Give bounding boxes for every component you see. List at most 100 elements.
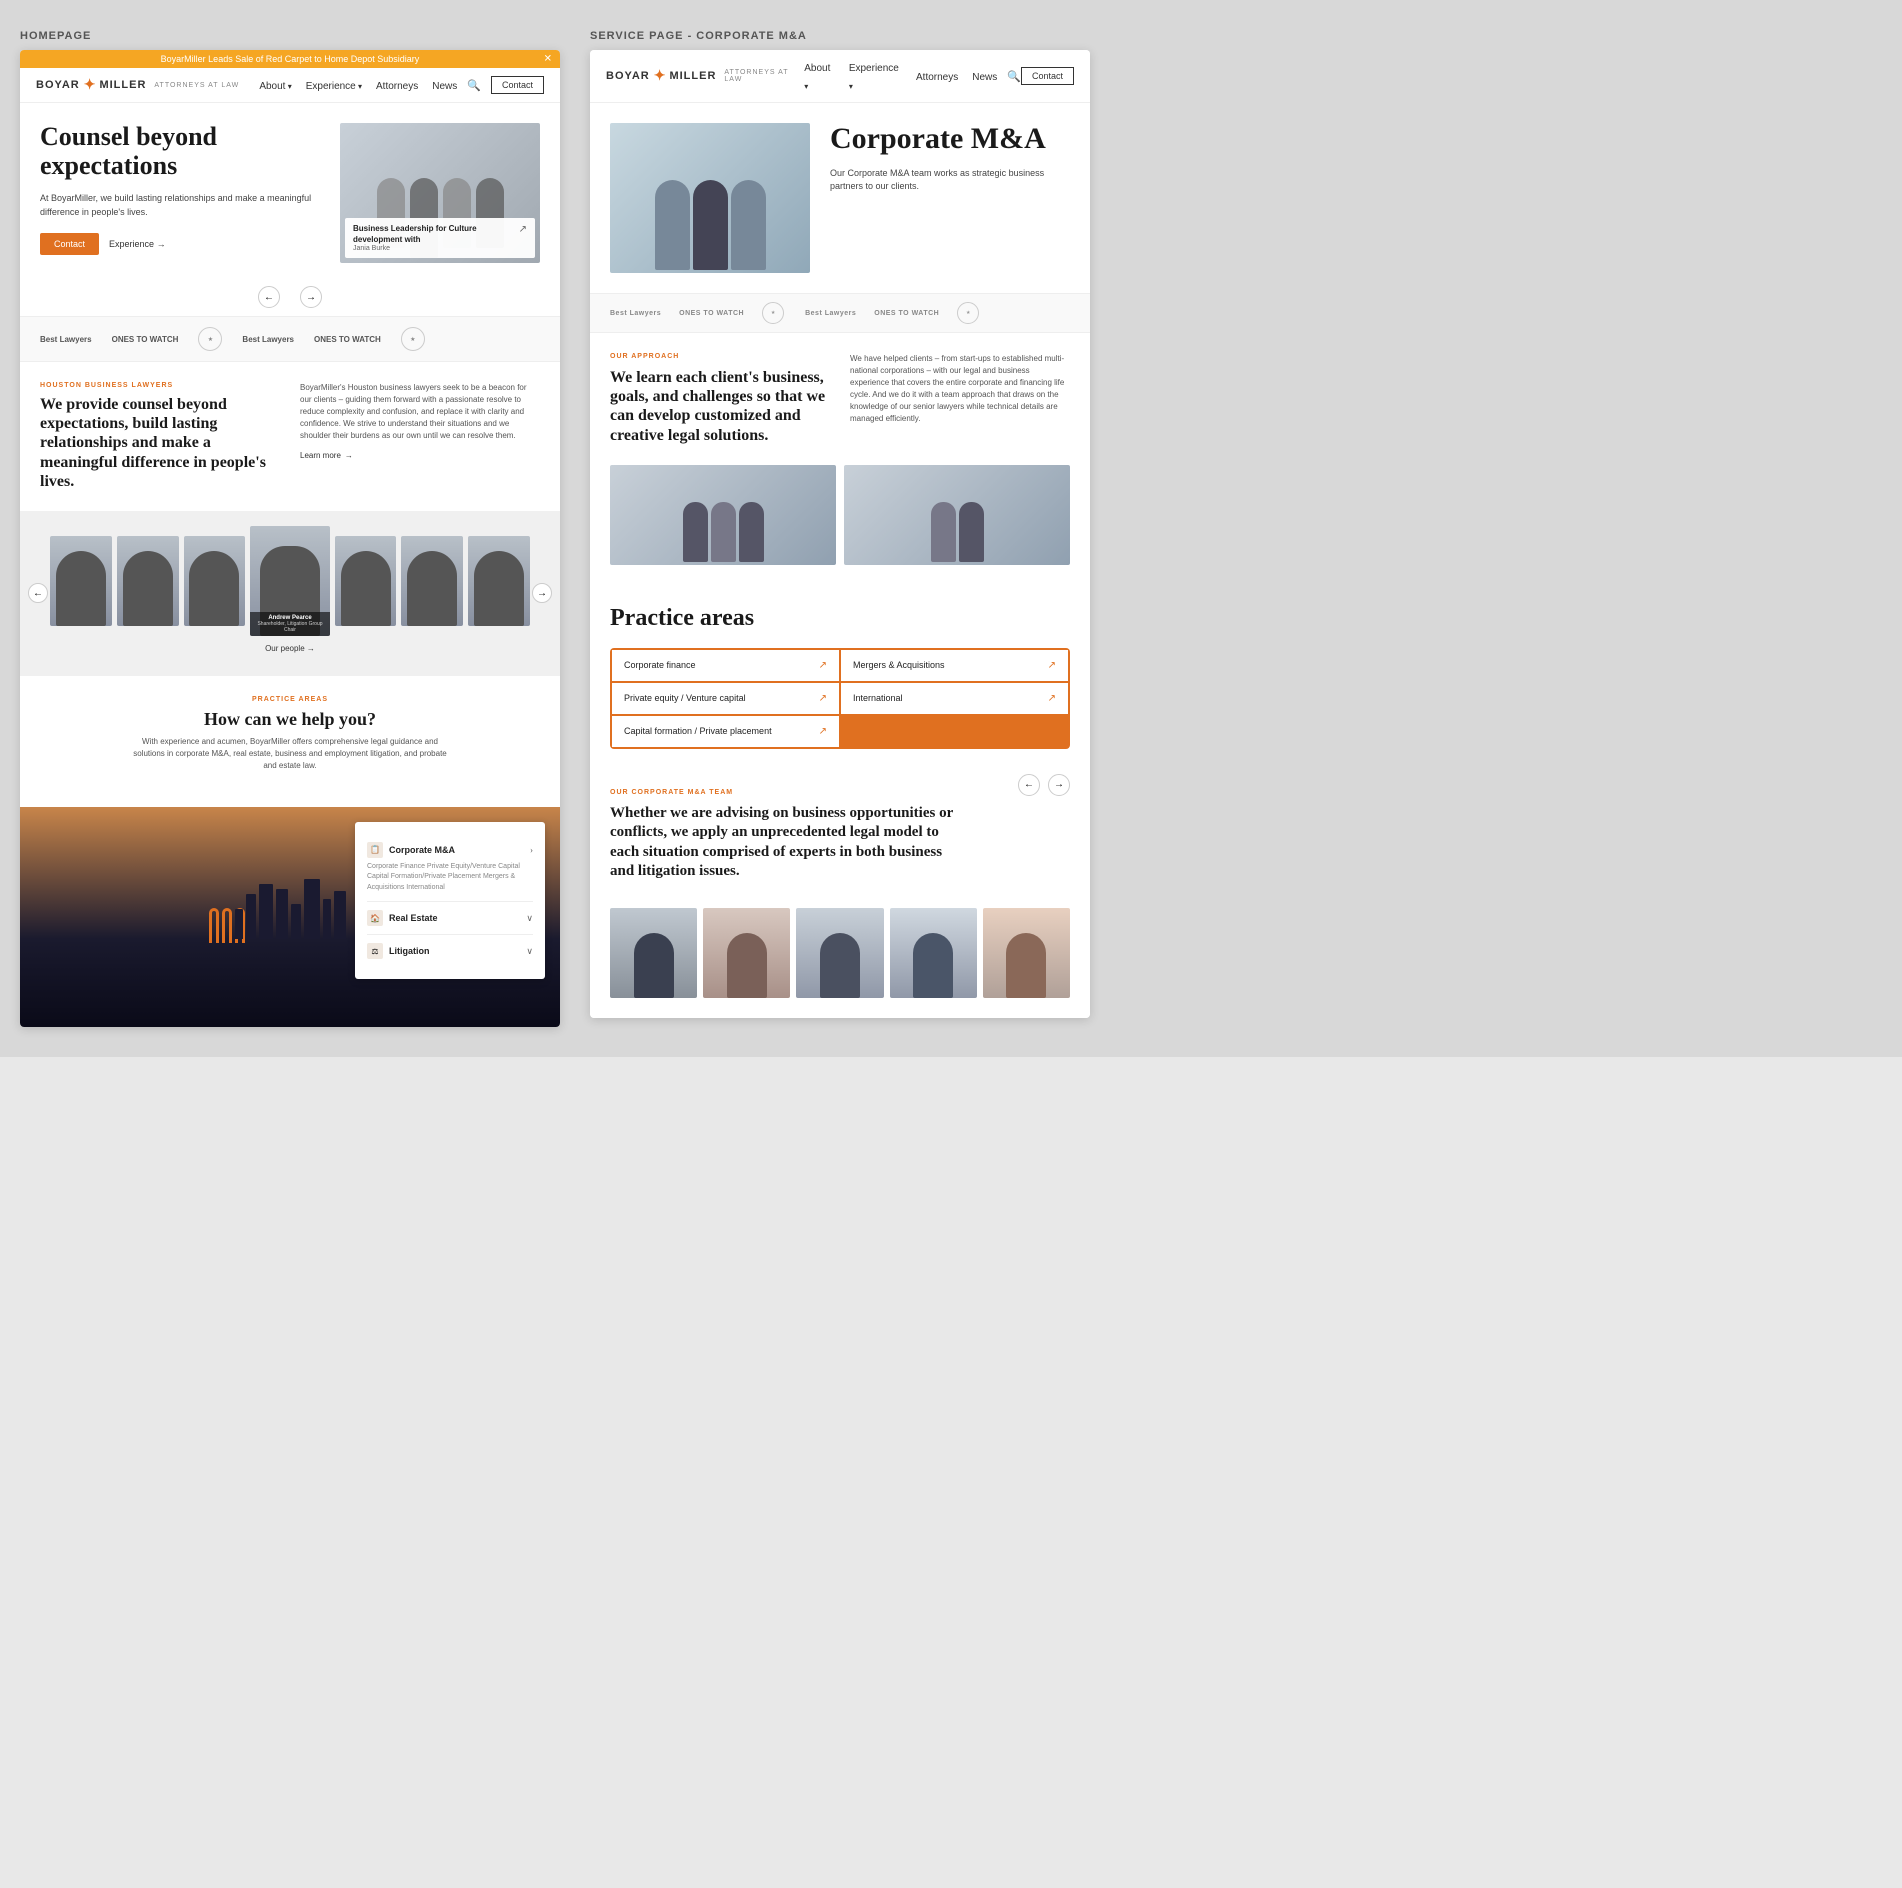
practice-subtitle: With experience and acumen, BoyarMiller … [130, 736, 450, 772]
notification-bar: BoyarMiller Leads Sale of Red Carpet to … [20, 50, 560, 68]
approach-body: We have helped clients – from start-ups … [850, 353, 1070, 425]
practice-grid-arrow-0: ↗ [819, 660, 827, 671]
svc-fig-1 [655, 180, 690, 270]
service-hero-image [610, 123, 810, 273]
carousel-prev-button[interactable]: ← [28, 583, 48, 603]
practice-grid-label-0: Corporate finance [624, 660, 696, 670]
svc-contact-button[interactable]: Contact [1021, 67, 1074, 85]
practice-item-toggle-3: ∨ [526, 946, 533, 957]
service-hero: Corporate M&A Our Corporate M&A team wor… [590, 103, 1090, 293]
person-thumb-7 [468, 536, 530, 626]
practice-item-header-1: 📋 Corporate M&A › [367, 842, 533, 858]
houston-body: BoyarMiller's Houston business lawyers s… [300, 382, 540, 442]
svc-nav-experience[interactable]: Experience [849, 63, 899, 92]
person-figure-6 [407, 551, 457, 626]
attorney-fig-1 [634, 933, 674, 998]
service-hero-title: Corporate M&A [830, 123, 1070, 155]
photo-figs-2 [844, 502, 1070, 565]
awards-bar: Best Lawyers ONES TO WATCH ★ Best Lawyer… [20, 316, 560, 362]
practice-grid-label-4: Capital formation / Private placement [624, 726, 772, 736]
team-prev-button[interactable]: ← [1018, 774, 1040, 796]
person-thumb-1 [50, 536, 112, 626]
practice-grid-item-4[interactable]: Capital formation / Private placement ↗ [612, 716, 839, 747]
hero-contact-button[interactable]: Contact [40, 233, 99, 255]
practice-item-name-2: Real Estate [389, 913, 526, 923]
carousel-next-button[interactable]: → [532, 583, 552, 603]
practice-grid-item-2[interactable]: Private equity / Venture capital ↗ [612, 683, 839, 714]
approach-right: We have helped clients – from start-ups … [850, 353, 1070, 445]
practice-item-realestate[interactable]: 🏠 Real Estate ∨ [367, 902, 533, 935]
corporate-icon: 📋 [367, 842, 383, 858]
hero-content: Counsel beyond expectations At BoyarMill… [40, 123, 325, 263]
learn-more-link[interactable]: Learn more → [300, 450, 353, 462]
hero-image-area: ↗ Business Leadership for Culture develo… [340, 123, 540, 263]
prev-arrow-button[interactable]: ← [258, 286, 280, 308]
homepage-navbar: BOYAR ✦ MILLER ATTORNEYS AT LAW About Ex… [20, 68, 560, 103]
practice-grid-arrow-3: ↗ [1048, 693, 1056, 704]
practice-item-corporate[interactable]: 📋 Corporate M&A › Corporate Finance Priv… [367, 834, 533, 903]
practice-item-name-3: Litigation [389, 946, 526, 956]
svc-nav-attorneys[interactable]: Attorneys [916, 72, 958, 83]
homepage-label: HOMEPAGE [20, 30, 560, 42]
logo-sub: ATTORNEYS AT LAW [154, 82, 239, 89]
svc-practice-section: Practice areas Corporate finance ↗ Merge… [590, 585, 1090, 769]
contact-button[interactable]: Contact [491, 76, 544, 94]
svc-nav-news[interactable]: News [972, 72, 997, 83]
practice-grid-item-1[interactable]: Mergers & Acquisitions ↗ [841, 650, 1068, 681]
team-tag: Our Corporate M&A team [610, 789, 1070, 796]
service-logo-sub: ATTORNEYS AT LAW [724, 69, 804, 83]
practice-section: Practice areas How can we help you? With… [20, 676, 560, 807]
service-awards-bar: Best Lawyers ONES TO WATCH ★ Best Lawyer… [590, 293, 1090, 333]
practice-item-litigation[interactable]: ⚖ Litigation ∨ [367, 935, 533, 967]
svc-award-ones-to-watch-1: ONES TO WATCH [679, 310, 744, 317]
practice-overlay: 📋 Corporate M&A › Corporate Finance Priv… [355, 822, 545, 980]
award-ones-to-watch-1: ONES TO WATCH [112, 335, 179, 344]
notif-text: BoyarMiller Leads Sale of Red Carpet to … [161, 54, 420, 64]
award-badge-1: ★ [198, 327, 222, 351]
people-carousel: Andrew Pearce Shareholder, Litigation Gr… [20, 526, 560, 636]
practice-grid-item-0[interactable]: Corporate finance ↗ [612, 650, 839, 681]
next-arrow-button[interactable]: → [300, 286, 322, 308]
person-featured: Andrew Pearce Shareholder, Litigation Gr… [250, 526, 329, 636]
our-people-anchor[interactable]: Our people → [265, 644, 315, 653]
svc-search-icon[interactable]: 🔍 [1007, 70, 1021, 83]
practice-tag: Practice areas [40, 696, 540, 703]
people-section: ← Andrew Pearce Share [20, 511, 560, 676]
approach-left: Our approach We learn each client's busi… [610, 353, 830, 445]
search-icon[interactable]: 🔍 [467, 79, 481, 92]
practice-grid-label-1: Mergers & Acquisitions [853, 660, 945, 670]
team-title: Whether we are advising on business oppo… [610, 804, 960, 882]
person-thumb-6 [401, 536, 463, 626]
team-next-button[interactable]: → [1048, 774, 1070, 796]
person-thumb-3 [184, 536, 246, 626]
photo-item-1 [610, 465, 836, 565]
nav-news[interactable]: News [432, 81, 457, 92]
close-icon[interactable]: ✕ [544, 54, 552, 65]
person-label: Andrew Pearce Shareholder, Litigation Gr… [250, 612, 329, 636]
award-best-lawyers-2: Best Lawyers [242, 335, 294, 344]
photo-fig-1b [711, 502, 736, 562]
attorney-fig-2 [727, 933, 767, 998]
nav-experience[interactable]: Experience [306, 81, 362, 92]
hero-caption: ↗ Business Leadership for Culture develo… [345, 218, 535, 258]
service-frame: BOYAR ✦ MILLER ATTORNEYS AT LAW About Ex… [590, 50, 1090, 1018]
building-2 [246, 894, 256, 939]
service-logo-divider: ✦ [654, 68, 666, 85]
homepage-frame: BoyarMiller Leads Sale of Red Carpet to … [20, 50, 560, 1027]
award-ones-to-watch-2: ONES TO WATCH [314, 335, 381, 344]
hero-experience-button[interactable]: Experience [109, 239, 166, 249]
practice-sub-items: Corporate Finance Private Equity/Venture… [367, 862, 533, 894]
houston-title: We provide counsel beyond expectations, … [40, 395, 280, 491]
practice-grid-arrow-2: ↗ [819, 693, 827, 704]
nav-attorneys[interactable]: Attorneys [376, 81, 418, 92]
nav-about[interactable]: About [259, 81, 291, 92]
logo-part1: BOYAR [36, 79, 80, 91]
photo-figs-1 [610, 502, 836, 565]
practice-grid-item-3[interactable]: International ↗ [841, 683, 1068, 714]
building-4 [276, 889, 288, 939]
service-label: SERVICE PAGE - CORPORATE M&A [590, 30, 1090, 42]
person-thumb-2 [117, 536, 179, 626]
svc-nav-about[interactable]: About [804, 63, 830, 92]
service-logo-part1: BOYAR [606, 70, 650, 82]
caption-title: Business Leadership for Culture developm… [353, 224, 527, 245]
